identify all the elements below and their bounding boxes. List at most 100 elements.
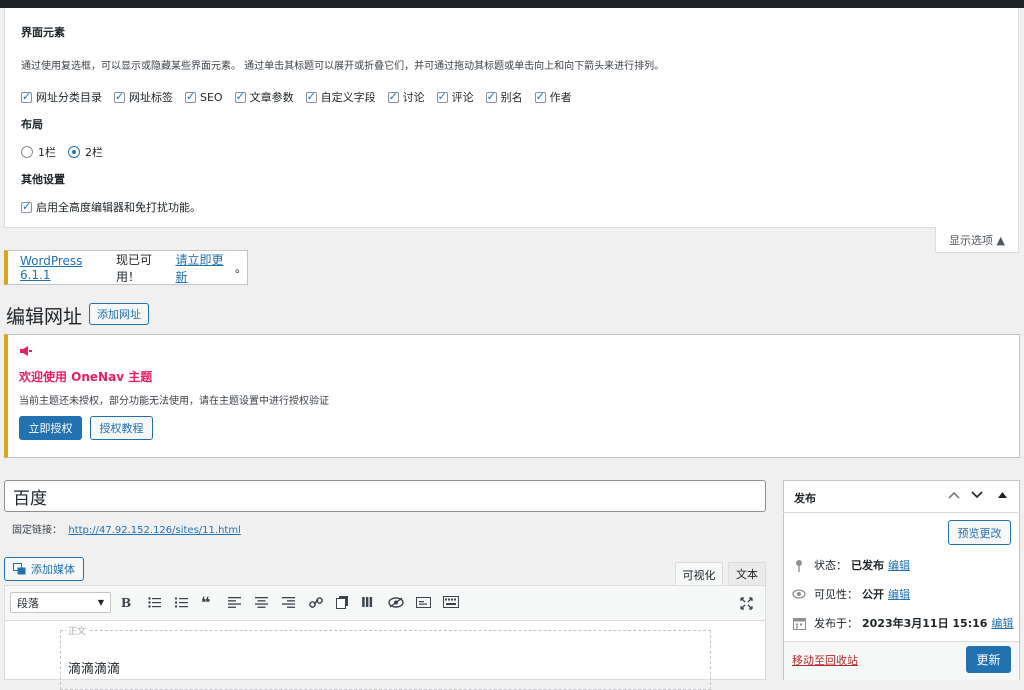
add-site-button[interactable]: 添加网址 [89,303,149,325]
update-nag-end: 。 [235,261,248,275]
keyboard-icon[interactable] [443,596,459,608]
publish-title: 发布 [794,492,816,505]
content-placeholder: 正文 [66,624,89,637]
layout-radios: 1栏 2栏 [21,144,115,160]
editor-toolbar [4,585,766,621]
align-right-icon[interactable] [282,597,295,608]
page-title: 编辑网址 [6,306,83,328]
bullet-list-icon[interactable] [148,597,161,608]
checkbox-post-params[interactable]: 文章参数 [234,89,294,105]
tab-visual[interactable]: 可视化 [675,562,723,586]
authorize-now-button[interactable]: 立即授权 [19,416,82,440]
chevron-up-icon[interactable] [948,491,960,499]
media-icon [13,563,26,575]
megaphone-icon [20,346,32,356]
checkbox-box[interactable] [21,200,32,213]
update-button[interactable]: 更新 [966,646,1011,673]
edit-date-link[interactable]: 编辑 [991,615,1013,631]
layout-heading: 布局 [21,118,43,131]
preview-eye-icon[interactable] [388,597,404,608]
radio-circle[interactable] [68,146,80,158]
align-left-icon[interactable] [228,597,241,608]
checkbox-label: 讨论 [402,91,425,104]
checkbox-box[interactable] [234,90,246,103]
align-center-icon[interactable] [255,597,268,608]
tab-text[interactable]: 文本 [728,562,766,586]
publish-box-header [783,480,1020,513]
published-label: 发布于： [814,617,858,630]
checkbox-box[interactable] [534,90,546,103]
checkbox-slug[interactable]: 别名 [485,89,523,105]
numbered-list-icon[interactable] [175,597,188,608]
checkbox-fullheight-editor[interactable]: 启用全高度编辑器和免打扰功能。 [21,199,201,215]
authorization-tutorial-button[interactable]: 授权教程 [90,416,153,440]
blockquote-icon[interactable]: ❝ [201,593,210,612]
checkbox-label: 文章参数 [249,91,294,104]
content-text[interactable]: 滴滴滴滴 [68,658,120,677]
checkbox-box[interactable] [387,90,399,103]
wordpress-version-link[interactable]: WordPress 6.1.1 [20,254,116,282]
checkbox-seo[interactable]: SEO [185,90,223,104]
pin-icon [796,559,802,572]
edit-visibility-link[interactable]: 编辑 [888,586,910,602]
screen-elements-description: 通过使用复选框，可以显示或隐藏某些界面元素。 通过单击其标题可以展开或折叠它们，… [21,61,665,72]
collapse-triangle-icon[interactable] [998,492,1007,498]
status-row: 状态： 已发布 编辑 [794,557,910,573]
checkbox-box[interactable] [485,90,497,103]
checkbox-label: SEO [200,90,223,104]
checkbox-box[interactable] [21,90,32,103]
move-to-trash-link[interactable]: 移动至回收站 [792,652,858,668]
published-date-row: 发布于： 2023年3月11日 15:16 编辑 [793,615,1013,631]
radio-label: 1栏 [38,146,56,159]
checkbox-site-category[interactable]: 网址分类目录 [21,89,102,105]
radio-label: 2栏 [85,146,103,159]
checkbox-author[interactable]: 作者 [534,89,572,105]
other-settings-row: 启用全高度编辑器和免打扰功能。 [21,199,213,215]
checkbox-label: 网址标签 [129,91,173,104]
radio-circle[interactable] [21,146,33,158]
read-more-icon[interactable] [336,596,349,609]
calendar-icon [793,617,806,630]
form-icon[interactable] [416,597,431,608]
update-nag: WordPress 6.1.1 现已可用！ 请立即更新 。 [4,250,248,285]
distraction-free-icon[interactable] [740,597,753,610]
screen-options-tab[interactable]: 显示选项 ▲ [935,227,1019,253]
permalink-label: 固定链接： [12,525,62,536]
checkbox-box[interactable] [436,90,448,103]
format-select-value: 段落 [17,596,39,610]
other-settings-heading: 其他设置 [21,173,65,186]
checkbox-label: 评论 [451,91,474,104]
permalink-url[interactable]: http://47.92.152.126/sites/11.html [68,525,241,536]
checkbox-box[interactable] [305,90,317,103]
checkbox-box[interactable] [114,90,125,103]
add-media-button[interactable]: 添加媒体 [4,557,84,581]
bold-icon[interactable]: B [121,596,131,610]
fullwidth-icon[interactable]: Ⅲ [361,596,373,611]
content-editor-area[interactable] [60,630,711,690]
post-title-input[interactable]: 百度 [4,480,766,512]
eye-icon [792,589,806,599]
checkbox-site-tags[interactable]: 网址标签 [114,89,173,105]
visibility-row: 可见性： 公开 编辑 [792,586,910,602]
screen-elements-heading: 界面元素 [21,26,65,39]
checkbox-custom-fields[interactable]: 自定义字段 [305,89,376,105]
checkbox-discussion[interactable]: 讨论 [387,89,425,105]
visibility-value: 公开 [862,588,884,601]
checkbox-box[interactable] [185,90,196,103]
checkbox-label: 自定义字段 [320,91,376,104]
published-value: 2023年3月11日 15:16 [862,617,988,630]
format-select[interactable]: 段落 ▼ [10,592,111,613]
radio-2-columns[interactable]: 2栏 [68,144,103,160]
update-now-link[interactable]: 请立即更新 [175,251,235,285]
visibility-label: 可见性： [814,588,858,601]
checkbox-label: 网址分类目录 [36,91,102,104]
screen-elements-checkboxes: 网址分类目录 网址标签 SEO 文章参数 自定义字段 讨论 评论 别名 作者 [21,89,584,105]
edit-status-link[interactable]: 编辑 [888,557,910,573]
radio-1-column[interactable]: 1栏 [21,144,56,160]
preview-changes-button[interactable]: 预览更改 [948,520,1011,545]
chevron-down-icon[interactable] [971,491,983,499]
checkbox-comments[interactable]: 评论 [436,89,474,105]
notice-title: 欢迎使用 OneNav 主题 [19,370,153,384]
status-label: 状态： [814,559,847,572]
link-icon[interactable] [309,596,323,609]
